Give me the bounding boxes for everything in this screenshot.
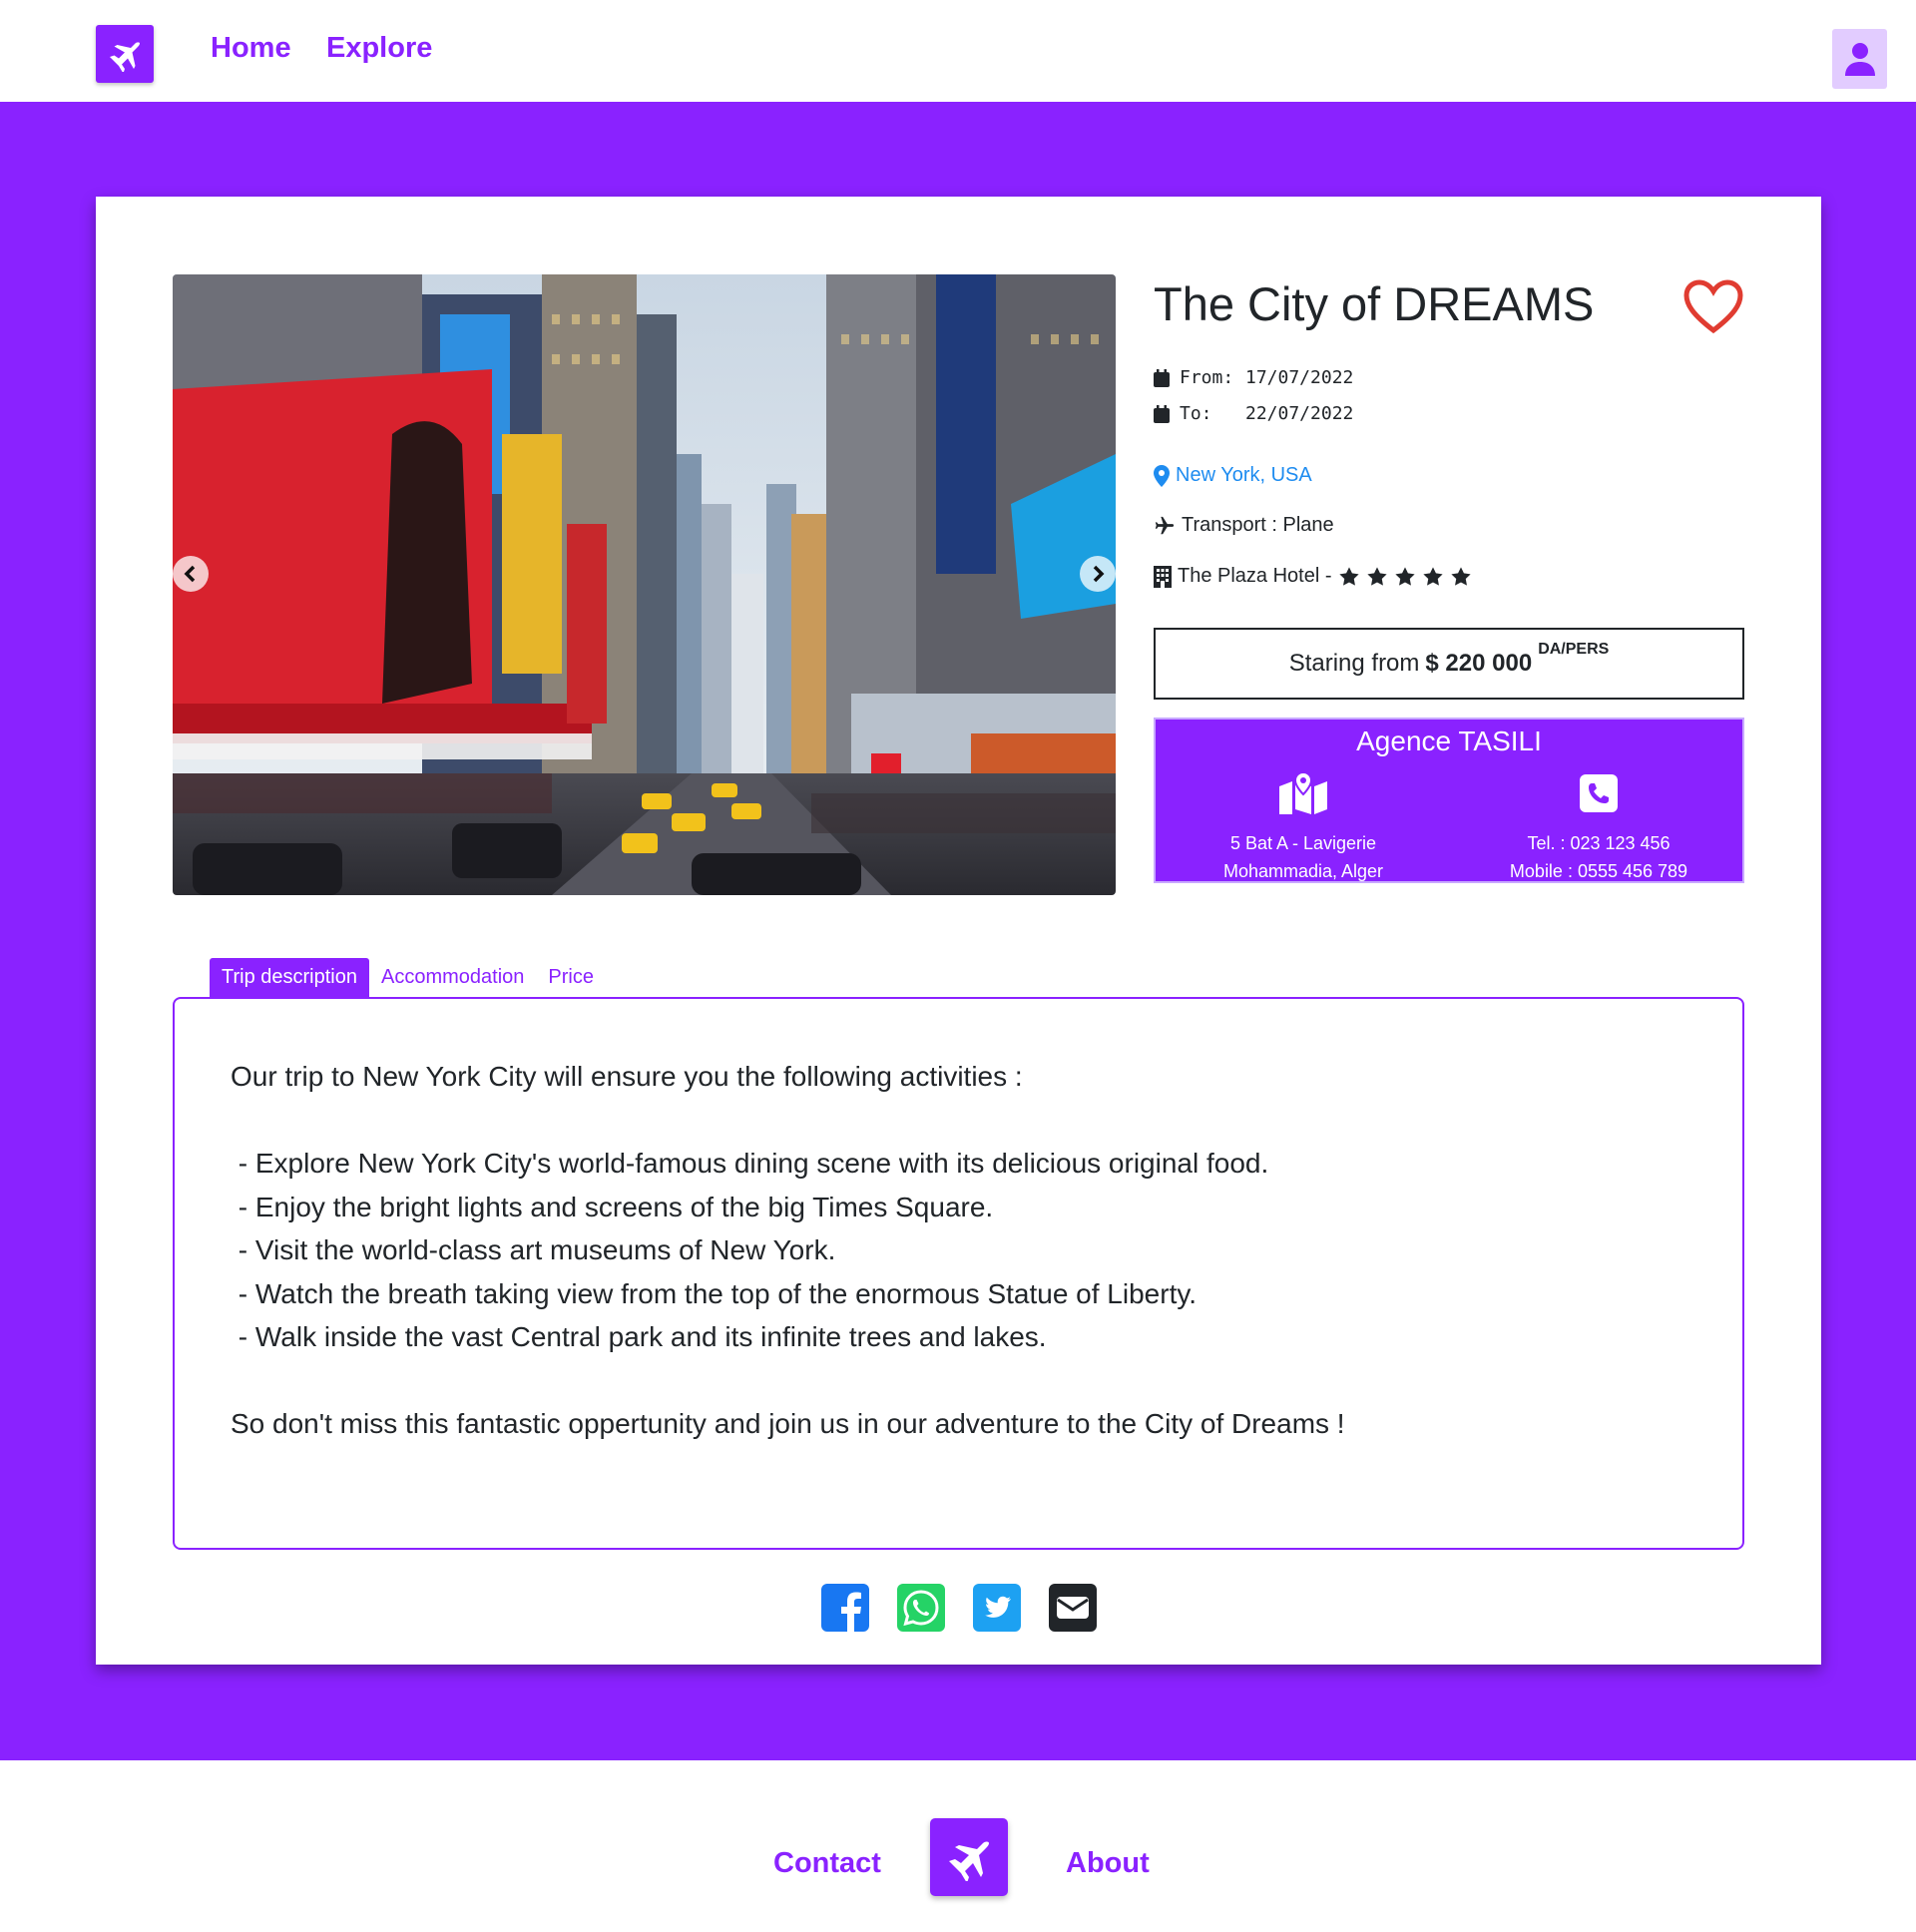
star-icon	[1366, 566, 1387, 586]
trip-title: The City of DREAMS	[1154, 277, 1595, 330]
trip-card: The City of DREAMS From: 17/07/2022 To: …	[96, 197, 1821, 1665]
share-whatsapp-button[interactable]	[896, 1584, 945, 1632]
hotel-text: The Plaza Hotel -	[1178, 565, 1332, 587]
building-icon	[1154, 565, 1172, 588]
logo[interactable]	[96, 25, 154, 83]
calendar-icon	[1154, 368, 1170, 387]
footer-about-link[interactable]: About	[1066, 1847, 1150, 1880]
nav-home[interactable]: Home	[211, 32, 291, 65]
plane-icon	[1155, 516, 1175, 534]
share-facebook-button[interactable]	[820, 1584, 869, 1632]
star-icon	[1338, 566, 1359, 586]
email-icon	[1048, 1584, 1097, 1632]
description-item: - Explore New York City's world-famous d…	[231, 1148, 1269, 1179]
nav-explore[interactable]: Explore	[326, 32, 432, 65]
trip-tabs: Trip description Accommodation Price	[210, 955, 606, 997]
user-profile-button[interactable]	[1832, 29, 1887, 89]
trip-photo-carousel[interactable]	[173, 274, 1116, 895]
twitter-icon	[972, 1584, 1021, 1632]
date-from-label: From:	[1180, 367, 1234, 388]
favorite-button[interactable]	[1682, 278, 1744, 334]
description-item: - Walk inside the vast Central park and …	[231, 1321, 1047, 1352]
agency-name: Agence TASILI	[1356, 725, 1542, 756]
user-icon	[1844, 43, 1875, 76]
share-email-button[interactable]	[1048, 1584, 1097, 1632]
price-box: Staring from $ 220 000 DA/PERS	[1154, 628, 1744, 700]
tab-price[interactable]: Price	[536, 958, 606, 997]
description-outro: So don't miss this fantastic oppertunity…	[231, 1408, 1345, 1439]
price-amount: $ 220 000	[1425, 650, 1533, 677]
date-from: From: 17/07/2022	[1154, 367, 1353, 388]
footer: Contact About	[0, 1760, 1916, 1932]
whatsapp-icon	[896, 1584, 945, 1632]
footer-contact-link[interactable]: Contact	[773, 1847, 881, 1880]
star-icon	[1422, 566, 1443, 586]
times-square-photo	[173, 274, 1116, 895]
hotel-rating	[1338, 566, 1478, 588]
calendar-icon	[1154, 404, 1170, 423]
carousel-next-button[interactable]	[1080, 556, 1116, 592]
description-item: - Enjoy the bright lights and screens of…	[231, 1191, 994, 1222]
hotel-info: The Plaza Hotel -	[1154, 565, 1478, 588]
description-spacer	[231, 1359, 1686, 1403]
map-location-icon	[1279, 772, 1327, 814]
star-icon	[1394, 566, 1415, 586]
description-intro: Our trip to New York City will ensure yo…	[231, 1061, 1023, 1092]
date-to-value: 22/07/2022	[1245, 403, 1354, 424]
transport-text: Transport : Plane	[1182, 514, 1334, 536]
plane-icon	[110, 42, 140, 72]
trip-description-panel: Our trip to New York City will ensure yo…	[173, 997, 1744, 1550]
footer-logo[interactable]	[930, 1818, 1008, 1896]
facebook-icon	[820, 1584, 869, 1632]
heart-icon	[1683, 279, 1743, 334]
chevron-left-icon	[184, 565, 196, 583]
plane-icon	[949, 1841, 989, 1881]
description-spacer	[231, 1099, 1686, 1143]
navbar: Home Explore	[0, 0, 1916, 102]
transport-info: Transport : Plane	[1154, 514, 1334, 537]
date-to: To: 22/07/2022	[1154, 403, 1353, 424]
agency-card: Agence TASILI 5 Bat A - Lavigerie Mohamm…	[1154, 718, 1744, 883]
description-item: - Visit the world-class art museums of N…	[231, 1234, 836, 1265]
chevron-right-icon	[1093, 565, 1105, 583]
agency-address: 5 Bat A - Lavigerie Mohammadia, Alger	[1156, 769, 1451, 885]
share-buttons	[96, 1584, 1821, 1632]
date-to-label: To:	[1180, 403, 1212, 424]
agency-address-line1: 5 Bat A - Lavigerie	[1229, 833, 1377, 853]
location-link[interactable]: New York, USA	[1154, 464, 1312, 487]
star-icon	[1450, 566, 1471, 586]
tab-accommodation[interactable]: Accommodation	[369, 958, 536, 997]
date-from-value: 17/07/2022	[1245, 367, 1354, 388]
price-unit: DA/PERS	[1538, 641, 1610, 658]
agency-address-line2: Mohammadia, Alger	[1222, 861, 1384, 881]
agency-mobile: Mobile : 0555 456 789	[1509, 861, 1688, 881]
agency-phone: Tel. : 023 123 456 Mobile : 0555 456 789	[1451, 769, 1746, 885]
description-item: - Watch the breath taking view from the …	[231, 1277, 1198, 1309]
location-text: New York, USA	[1176, 464, 1312, 486]
carousel-prev-button[interactable]	[173, 556, 209, 592]
agency-tel: Tel. : 023 123 456	[1527, 833, 1671, 853]
tab-trip-description[interactable]: Trip description	[210, 958, 369, 997]
share-twitter-button[interactable]	[972, 1584, 1021, 1632]
price-prefix: Staring from	[1288, 650, 1420, 677]
map-pin-icon	[1154, 464, 1170, 487]
phone-icon	[1580, 774, 1618, 812]
